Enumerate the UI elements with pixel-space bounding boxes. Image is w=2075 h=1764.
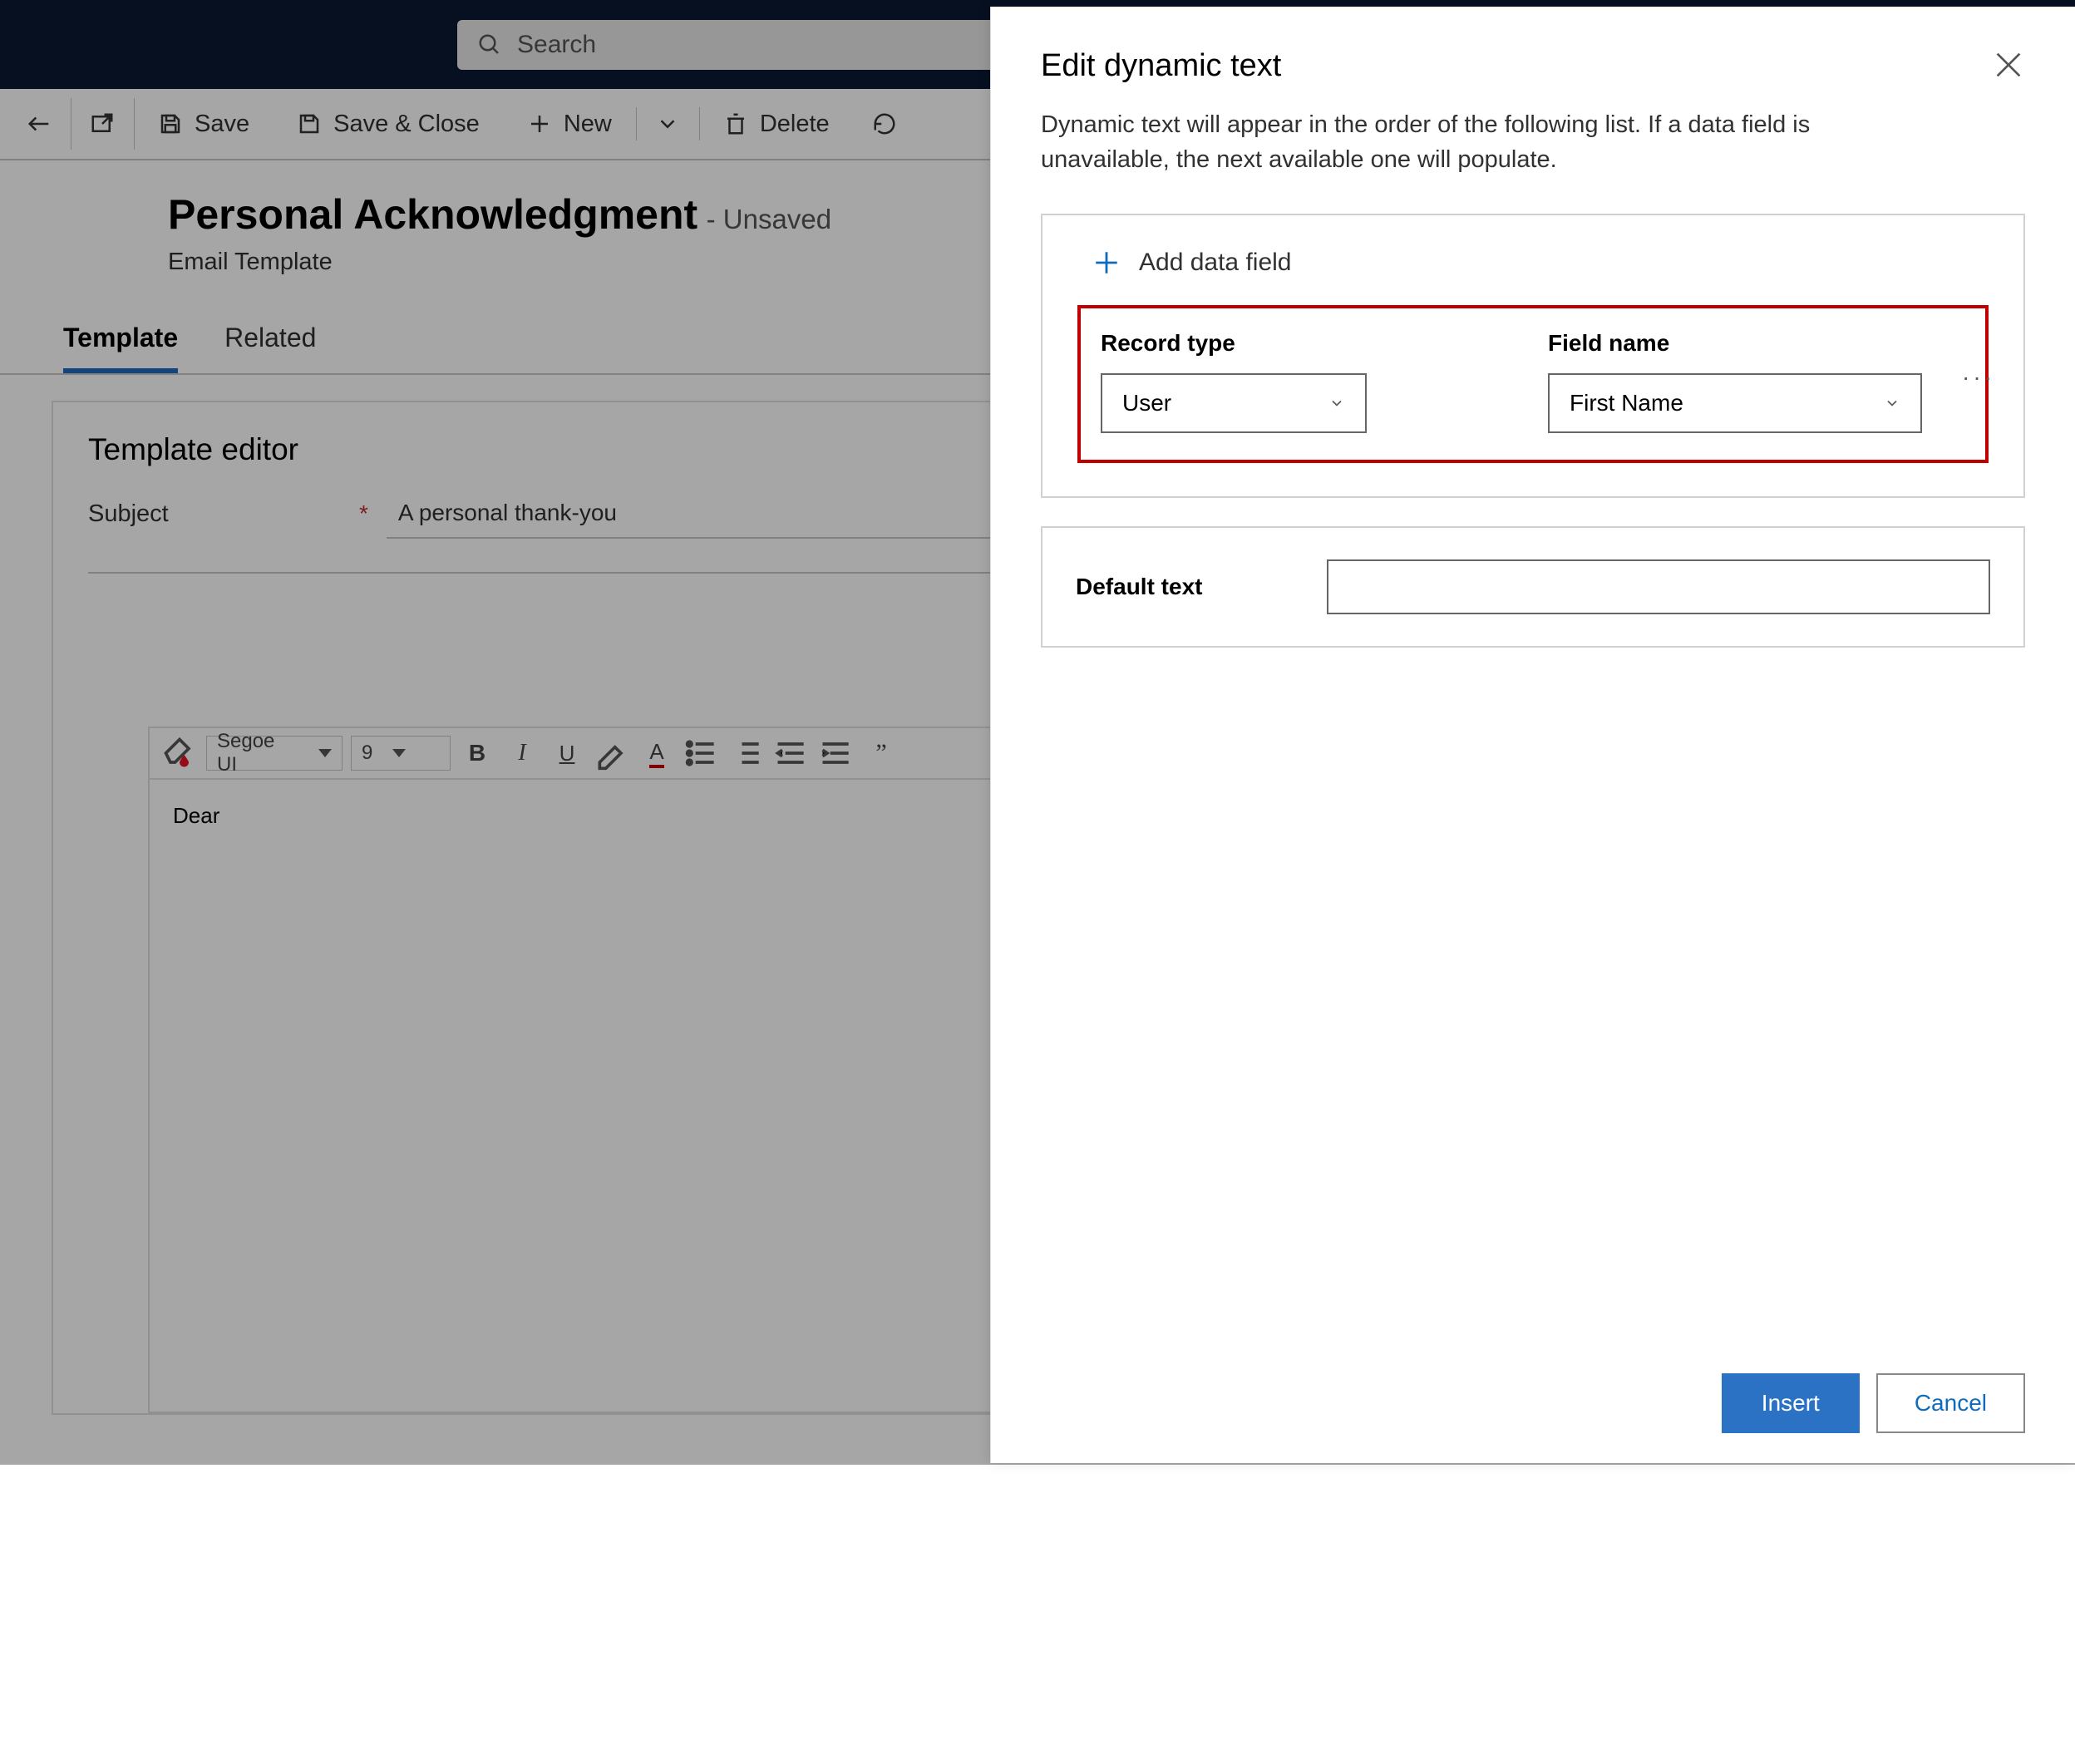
plus-icon (1092, 249, 1121, 277)
record-type-value: User (1122, 390, 1171, 416)
record-type-select[interactable]: User (1101, 373, 1367, 433)
close-icon (1992, 48, 2025, 81)
field-name-value: First Name (1570, 390, 1683, 416)
default-text-input[interactable] (1327, 559, 1990, 614)
chevron-down-icon (1884, 395, 1900, 411)
close-button[interactable] (1992, 48, 2025, 81)
edit-dynamic-text-panel: Edit dynamic text Dynamic text will appe… (990, 7, 2075, 1463)
record-type-label: Record type (1101, 330, 1518, 357)
default-text-card: Default text (1041, 526, 2025, 648)
more-options-button[interactable]: ··· (1962, 364, 1995, 391)
insert-button[interactable]: Insert (1722, 1373, 1860, 1433)
chevron-down-icon (1328, 395, 1345, 411)
cancel-button[interactable]: Cancel (1876, 1373, 2025, 1433)
add-data-field-label: Add data field (1139, 249, 1291, 277)
field-name-select[interactable]: First Name (1548, 373, 1922, 433)
add-data-field-button[interactable]: Add data field (1092, 249, 1989, 277)
highlighted-field-row: Record type User Field name First Name (1077, 305, 1989, 463)
field-name-label: Field name (1548, 330, 1965, 357)
panel-title: Edit dynamic text (1041, 48, 1281, 84)
panel-description: Dynamic text will appear in the order of… (1041, 107, 1922, 177)
default-text-label: Default text (1076, 574, 1202, 600)
data-field-card: Add data field Record type User Field na… (1041, 214, 2025, 498)
